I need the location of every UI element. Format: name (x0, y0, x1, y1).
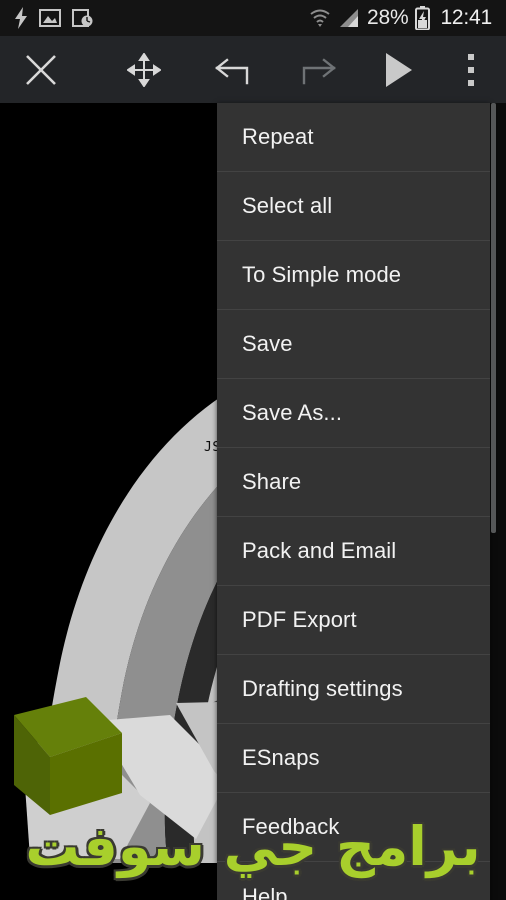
pan-move-button[interactable] (102, 36, 184, 103)
cell-signal-icon (340, 9, 358, 27)
menu-item-repeat[interactable]: Repeat (217, 103, 490, 172)
menu-item-feedback[interactable]: Feedback (217, 793, 490, 862)
menu-item-select-all[interactable]: Select all (217, 172, 490, 241)
undo-arrow-icon (215, 57, 249, 84)
app-toolbar (0, 36, 506, 103)
menu-scrollbar[interactable] (491, 103, 496, 900)
menu-item-esnaps[interactable]: ESnaps (217, 724, 490, 793)
menu-scrollbar-thumb[interactable] (491, 103, 496, 533)
menu-item-share[interactable]: Share (217, 448, 490, 517)
wifi-icon (310, 9, 330, 27)
android-status-bar: 28% 12:41 (0, 0, 506, 36)
close-icon (26, 54, 57, 85)
battery-charging-icon (415, 6, 431, 30)
menu-item-pack-and-email[interactable]: Pack and Email (217, 517, 490, 586)
redo-arrow-icon (302, 57, 336, 84)
close-button[interactable] (0, 36, 82, 103)
menu-item-pdf-export[interactable]: PDF Export (217, 586, 490, 655)
menu-item-save-as[interactable]: Save As... (217, 379, 490, 448)
play-button[interactable] (358, 36, 437, 103)
move-arrows-icon (126, 52, 161, 87)
menu-item-to-simple-mode[interactable]: To Simple mode (217, 241, 490, 310)
battery-percentage: 28% (367, 6, 409, 29)
menu-item-help[interactable]: Help (217, 862, 490, 900)
menu-item-save[interactable]: Save (217, 310, 490, 379)
flash-icon (15, 7, 27, 29)
menu-item-drafting-settings[interactable]: Drafting settings (217, 655, 490, 724)
timer-screenshot-icon (72, 9, 93, 27)
overflow-menu[interactable]: Repeat Select all To Simple mode Save Sa… (217, 103, 490, 900)
more-vertical-dots-icon (468, 53, 475, 86)
status-bar-left-icons (0, 7, 94, 29)
device-screen: JSOFTJ.COM Repeat Select all To Simple m… (0, 0, 506, 900)
status-bar-clock: 12:41 (440, 6, 492, 29)
screenshot-image-icon (39, 9, 61, 27)
overflow-menu-button[interactable] (437, 36, 506, 103)
play-triangle-icon (385, 52, 412, 87)
redo-button[interactable] (276, 36, 355, 103)
status-bar-right-indicators: 28% 12:41 (309, 6, 506, 30)
undo-button[interactable] (197, 36, 276, 103)
